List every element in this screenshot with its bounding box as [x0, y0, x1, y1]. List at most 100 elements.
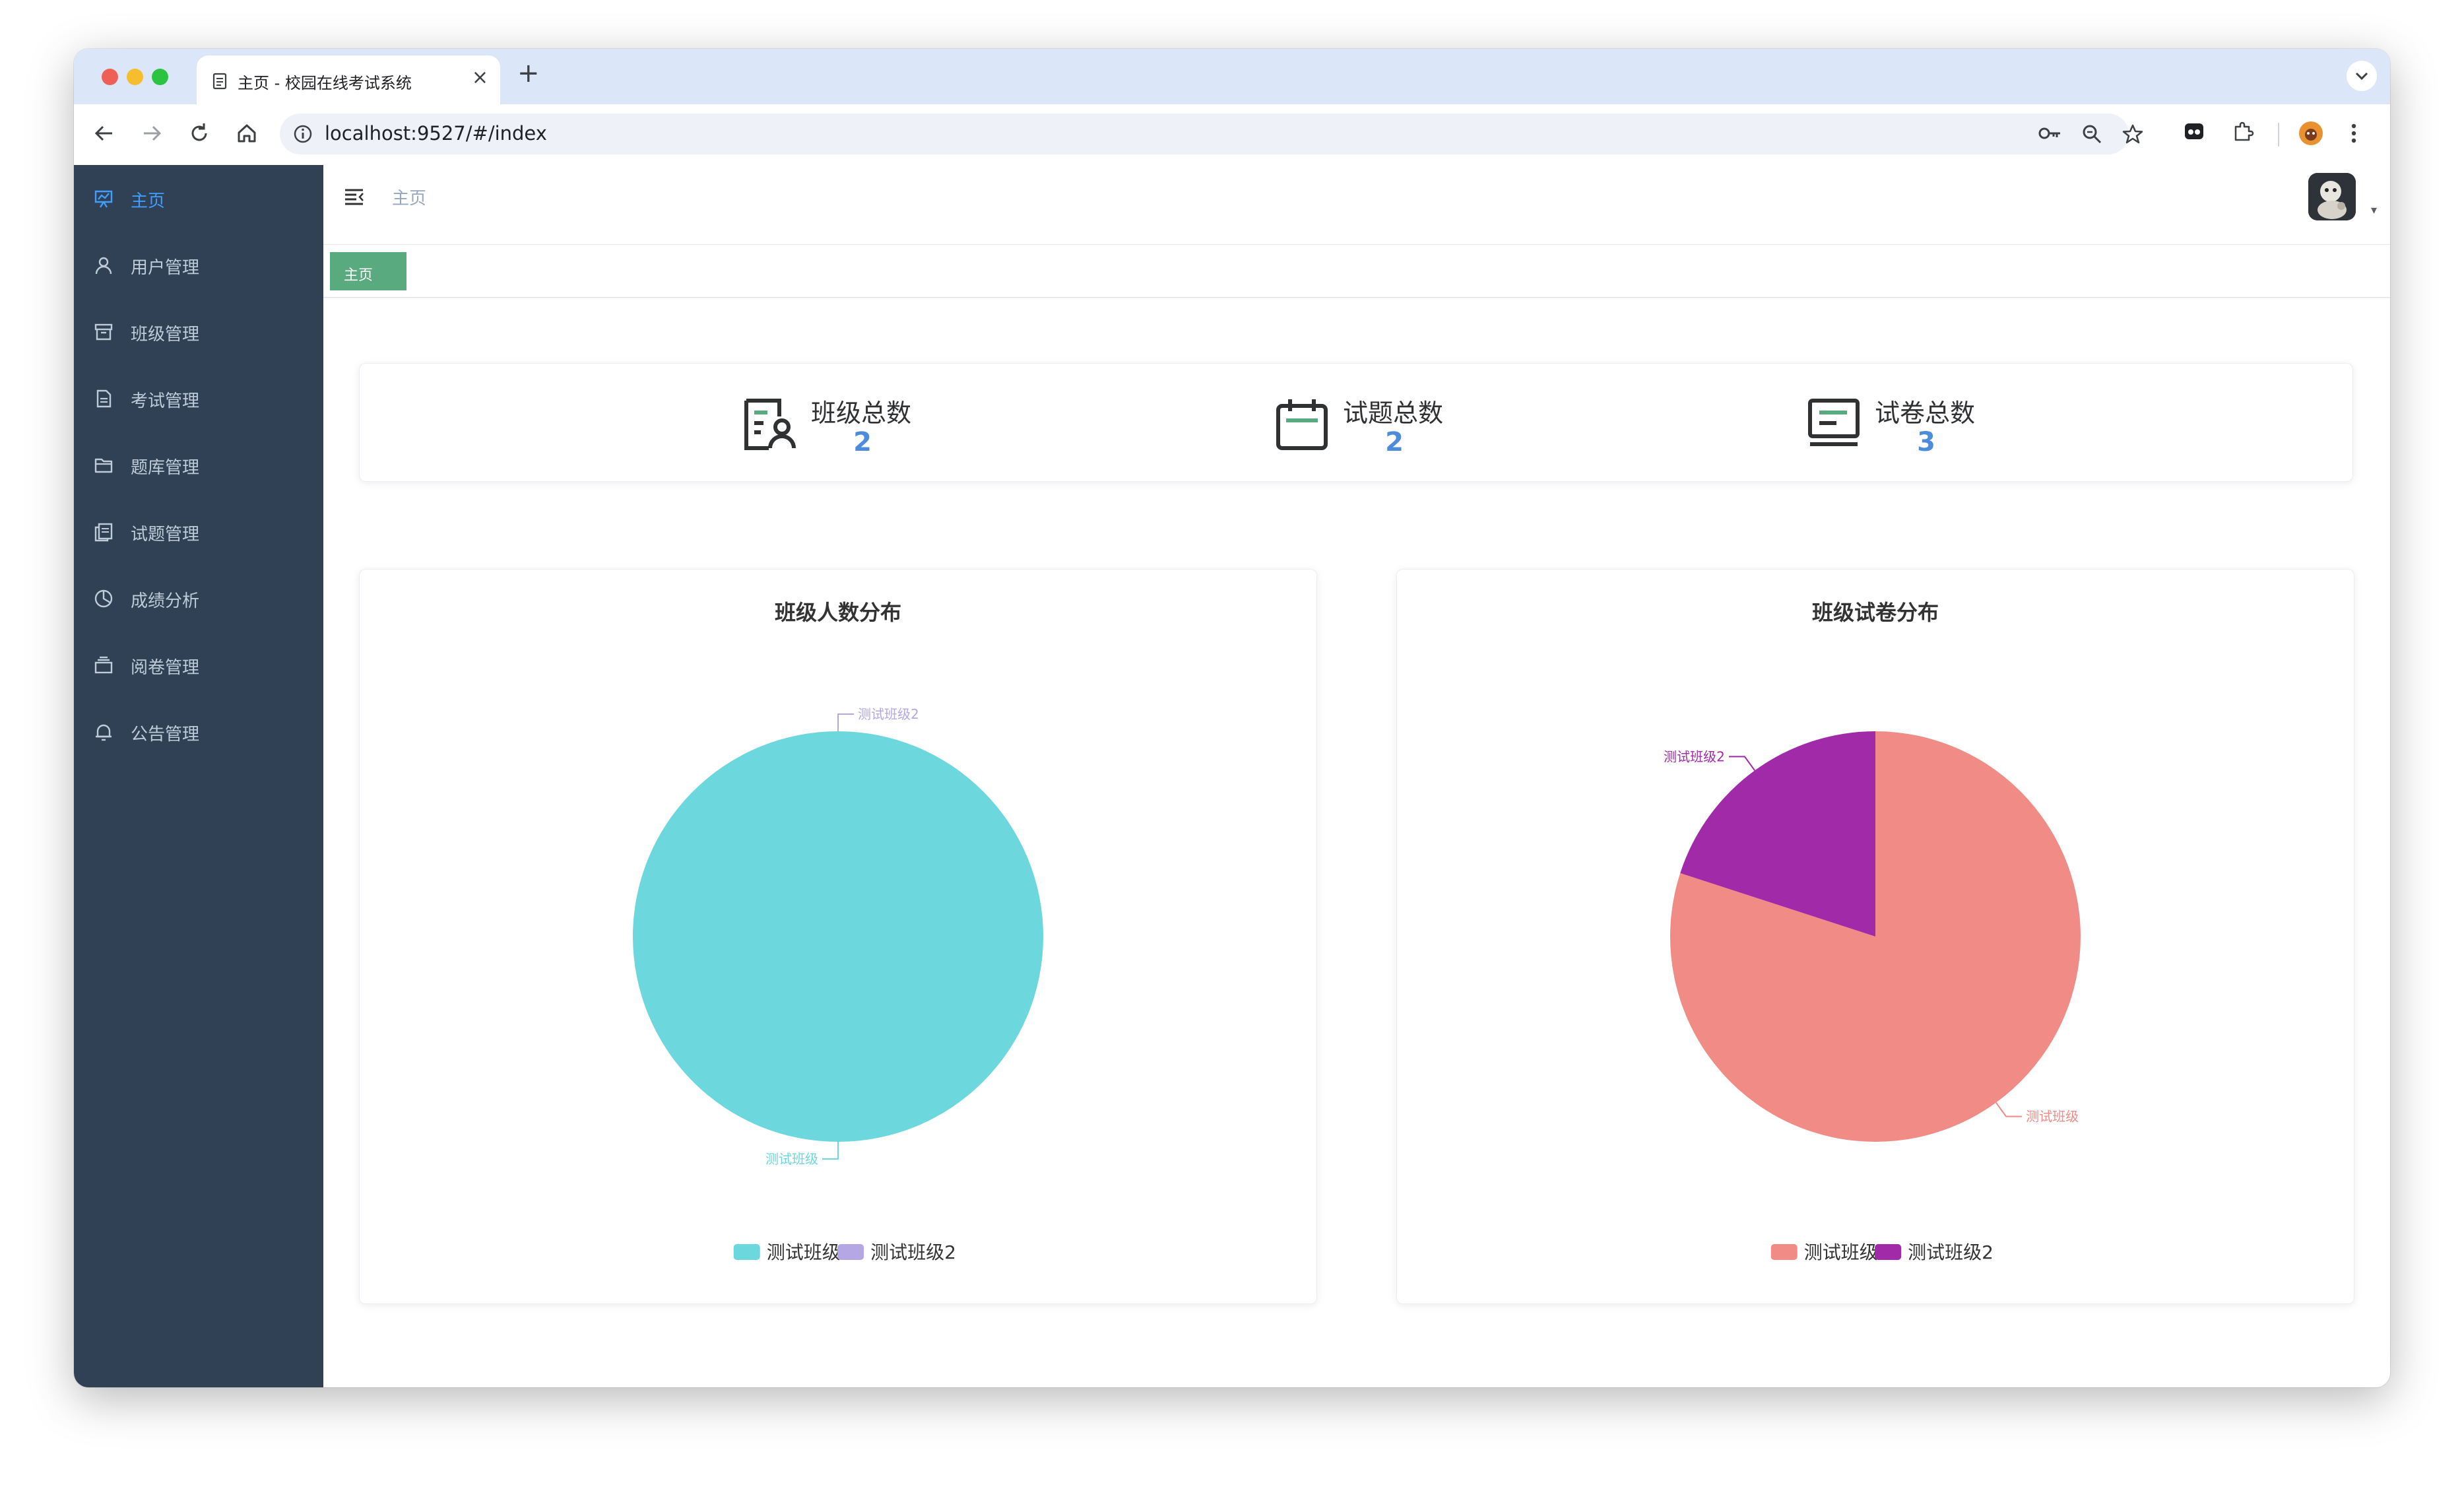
- navbar: 主页 ▾: [323, 165, 2390, 245]
- puzzle-extensions-icon[interactable]: [2232, 120, 2254, 143]
- url-text: localhost:9527/#/index: [325, 122, 547, 145]
- password-key-icon[interactable]: [2038, 123, 2063, 143]
- bell-icon: [96, 724, 112, 741]
- maximize-window-button[interactable]: [152, 69, 168, 85]
- avatar-image: [2308, 173, 2356, 220]
- pie-chart-icon: [94, 589, 113, 608]
- slice-label: 测试班级2: [858, 706, 919, 722]
- calendar-icon: [1276, 399, 1328, 450]
- hamburger-icon[interactable]: [343, 186, 366, 209]
- sidebar-item-users[interactable]: 用户管理: [74, 232, 323, 298]
- sidebar-item-label: 试题管理: [131, 525, 200, 544]
- document-icon: [96, 389, 112, 408]
- label-leader-line: [837, 713, 854, 731]
- tags-view-bar: 主页: [323, 244, 2390, 298]
- label-leader-line: [1995, 1102, 2023, 1117]
- tag-label: 主页: [344, 267, 373, 284]
- new-tab-button[interactable]: +: [517, 58, 540, 88]
- stat-paper-total: 试卷总数 3: [1806, 390, 2004, 463]
- pie-chart-class-members: 测试班级测试班级2测试班级 测试班级2: [633, 706, 1043, 1263]
- main-content: 主页 ▾ 主页 班级总数 2 试题总数 2 试卷总数 3 班级人数分布 测试班级…: [323, 165, 2390, 1387]
- chart-card-class-members: 班级人数分布 测试班级 测试班级2 测试班级 测试班级2: [359, 569, 1317, 1304]
- more-menu-icon[interactable]: [2344, 120, 2364, 147]
- sidebar-item-announcements[interactable]: 公告管理: [74, 698, 323, 764]
- tag-home[interactable]: 主页: [330, 252, 406, 290]
- sidebar-item-label: 成绩分析: [131, 591, 200, 611]
- sidebar-item-home[interactable]: 主页: [74, 165, 323, 231]
- slice-label: 测试班级2: [1664, 748, 1725, 764]
- extension-app-icon[interactable]: [2183, 120, 2205, 143]
- slice-label: 测试班级: [2026, 1109, 2079, 1125]
- chevron-down-icon: [2355, 72, 2368, 81]
- pie-slice[interactable]: [633, 731, 1043, 1142]
- tab-title: 主页 - 校园在线考试系统: [238, 74, 412, 92]
- sidebar-item-classes[interactable]: 班级管理: [74, 298, 323, 364]
- browser-window: 主页 - 校园在线考试系统 × + localhost:9527/#/index…: [74, 49, 2390, 1387]
- profile-avatar-icon[interactable]: [2298, 120, 2324, 147]
- breadcrumb: 主页: [392, 189, 427, 209]
- home-icon[interactable]: [234, 120, 260, 147]
- back-arrow-icon[interactable]: [91, 120, 117, 147]
- avatar[interactable]: [2308, 173, 2356, 220]
- pie-chart-class-papers: 测试班级测试班级2测试班级 测试班级2: [1664, 731, 2081, 1263]
- page-icon: [212, 73, 227, 90]
- legend-swatch[interactable]: [837, 1244, 864, 1260]
- stat-value: 3: [1917, 427, 1935, 457]
- close-window-button[interactable]: [102, 69, 118, 85]
- site-info-icon[interactable]: [293, 124, 313, 144]
- tab-close-icon[interactable]: ×: [472, 66, 488, 89]
- box-icon: [94, 656, 113, 674]
- sidebar: 主页 用户管理 班级管理 考试管理 题库管理 试题管理 成绩分析 阅卷管理 公告…: [74, 165, 323, 1387]
- dashboard-icon: [94, 190, 113, 208]
- monitor-icon: [1808, 399, 1860, 446]
- class-icon: [744, 399, 796, 450]
- sidebar-item-label: 题库管理: [131, 458, 200, 478]
- legend-label[interactable]: 测试班级: [767, 1241, 841, 1263]
- archive-icon: [94, 323, 113, 341]
- legend-label[interactable]: 测试班级2: [1908, 1241, 1994, 1263]
- copy-document-icon: [94, 523, 113, 542]
- stat-label: 班级总数: [811, 399, 912, 428]
- sidebar-item-questions[interactable]: 试题管理: [74, 498, 323, 564]
- user-icon: [95, 257, 112, 275]
- legend-label[interactable]: 测试班级: [1804, 1241, 1878, 1263]
- chart-card-class-papers: 班级试卷分布 测试班级 测试班级2 测试班级 测试班级2: [1396, 569, 2354, 1304]
- browser-tab[interactable]: 主页 - 校园在线考试系统 ×: [197, 55, 500, 104]
- stat-question-total: 试题总数 2: [1274, 390, 1472, 463]
- tab-search-button[interactable]: [2347, 61, 2377, 91]
- sidebar-item-label: 班级管理: [131, 325, 200, 345]
- legend-swatch[interactable]: [733, 1244, 760, 1260]
- sidebar-item-score-analysis[interactable]: 成绩分析: [74, 565, 323, 631]
- minimize-window-button[interactable]: [127, 69, 143, 85]
- bookmark-star-icon[interactable]: [2122, 123, 2143, 145]
- label-leader-line: [1728, 756, 1756, 771]
- sidebar-item-grading[interactable]: 阅卷管理: [74, 632, 323, 698]
- sidebar-item-exams[interactable]: 考试管理: [74, 365, 323, 431]
- sidebar-item-question-bank[interactable]: 题库管理: [74, 432, 323, 498]
- stat-label: 试卷总数: [1875, 399, 1976, 428]
- address-bar[interactable]: localhost:9527/#/index: [280, 114, 2143, 154]
- toolbar-divider: [2278, 123, 2279, 147]
- slice-label: 测试班级: [765, 1151, 818, 1167]
- browser-toolbar: localhost:9527/#/index: [74, 104, 2390, 166]
- sidebar-item-label: 考试管理: [131, 391, 200, 411]
- stat-class-total: 班级总数 2: [742, 390, 940, 463]
- sidebar-item-label: 用户管理: [131, 258, 200, 278]
- stats-panel: 班级总数 2 试题总数 2 试卷总数 3: [359, 363, 2353, 482]
- stat-label: 试题总数: [1343, 399, 1444, 428]
- forward-arrow-icon[interactable]: [139, 120, 165, 147]
- caret-down-icon[interactable]: ▾: [2371, 203, 2377, 217]
- label-leader-line: [822, 1142, 839, 1160]
- sidebar-item-label: 阅卷管理: [131, 658, 200, 678]
- legend-swatch[interactable]: [1875, 1244, 1902, 1260]
- stat-value: 2: [853, 427, 872, 457]
- tab-strip: 主页 - 校园在线考试系统 × +: [74, 49, 2390, 104]
- reload-icon[interactable]: [186, 120, 212, 147]
- sidebar-item-label: 公告管理: [131, 725, 200, 744]
- folder-icon: [94, 458, 113, 473]
- stat-value: 2: [1385, 427, 1404, 457]
- sidebar-item-label: 主页: [131, 191, 166, 211]
- legend-swatch[interactable]: [1770, 1244, 1798, 1260]
- zoom-icon[interactable]: [2081, 123, 2102, 145]
- legend-label[interactable]: 测试班级2: [870, 1241, 956, 1263]
